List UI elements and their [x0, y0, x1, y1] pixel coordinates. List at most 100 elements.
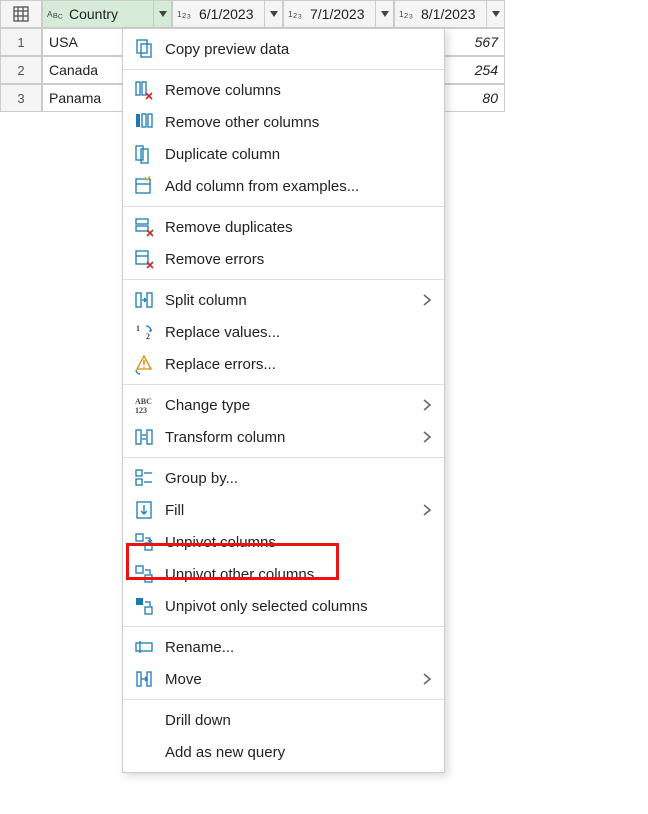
svg-text:123: 123 — [135, 406, 147, 415]
remove-duplicates-icon — [133, 216, 155, 238]
context-menu: Copy preview data Remove columns Remove … — [122, 28, 445, 773]
svg-text:2: 2 — [404, 11, 408, 20]
replace-errors-icon — [133, 353, 155, 375]
remove-columns-icon — [133, 79, 155, 101]
duplicate-column-icon — [133, 143, 155, 165]
svg-text:3: 3 — [298, 14, 302, 21]
unpivot-selected-icon — [133, 595, 155, 617]
menu-remove-other-columns[interactable]: Remove other columns — [123, 106, 444, 138]
group-by-icon — [133, 467, 155, 489]
svg-text:ABC: ABC — [135, 397, 152, 406]
unpivot-other-icon — [133, 563, 155, 585]
filter-toggle[interactable] — [264, 1, 282, 27]
fill-icon — [133, 499, 155, 521]
rename-icon — [133, 636, 155, 658]
menu-label: Split column — [165, 292, 422, 309]
menu-label: Fill — [165, 502, 422, 519]
menu-label: Replace values... — [165, 324, 432, 341]
menu-replace-errors[interactable]: Replace errors... — [123, 348, 444, 380]
replace-values-icon: 1 2 — [133, 321, 155, 343]
menu-drill-down[interactable]: Drill down — [123, 704, 444, 736]
menu-unpivot-only-selected[interactable]: Unpivot only selected columns — [123, 590, 444, 622]
table-corner[interactable] — [0, 0, 42, 28]
menu-label: Add as new query — [165, 744, 432, 761]
col-name: 7/1/2023 — [308, 6, 375, 22]
menu-label: Transform column — [165, 429, 422, 446]
svg-text:2: 2 — [182, 11, 186, 20]
separator — [123, 69, 444, 70]
remove-other-columns-icon — [133, 111, 155, 133]
submenu-arrow-icon — [422, 503, 432, 517]
menu-add-column-from-examples[interactable]: Add column from examples... — [123, 170, 444, 202]
transform-column-icon — [133, 426, 155, 448]
menu-remove-errors[interactable]: Remove errors — [123, 243, 444, 275]
filter-toggle[interactable] — [375, 1, 393, 27]
menu-duplicate-column[interactable]: Duplicate column — [123, 138, 444, 170]
menu-fill[interactable]: Fill — [123, 494, 444, 526]
menu-transform-column[interactable]: Transform column — [123, 421, 444, 453]
menu-label: Copy preview data — [165, 41, 432, 58]
menu-label: Unpivot only selected columns — [165, 598, 432, 615]
menu-change-type[interactable]: ABC 123 Change type — [123, 389, 444, 421]
svg-text:2: 2 — [146, 332, 150, 341]
svg-text:3: 3 — [187, 14, 191, 21]
submenu-arrow-icon — [422, 293, 432, 307]
menu-split-column[interactable]: Split column — [123, 284, 444, 316]
blank-icon — [133, 741, 155, 763]
menu-label: Add column from examples... — [165, 178, 432, 195]
menu-label: Group by... — [165, 470, 432, 487]
filter-toggle[interactable] — [153, 1, 171, 27]
remove-errors-icon — [133, 248, 155, 270]
row-number[interactable]: 2 — [0, 56, 42, 84]
menu-move[interactable]: Move — [123, 663, 444, 695]
menu-replace-values[interactable]: 1 2 Replace values... — [123, 316, 444, 348]
menu-copy-preview-data[interactable]: Copy preview data — [123, 33, 444, 65]
svg-text:3: 3 — [409, 14, 413, 21]
separator — [123, 206, 444, 207]
number-type-icon: 1 2 3 — [399, 7, 419, 20]
menu-label: Remove errors — [165, 251, 432, 268]
svg-text:1: 1 — [136, 324, 140, 333]
menu-label: Rename... — [165, 639, 432, 656]
add-column-examples-icon — [133, 175, 155, 197]
separator — [123, 457, 444, 458]
col-header-8-1-2023[interactable]: 1 2 3 8/1/2023 — [394, 0, 505, 28]
table-icon — [13, 6, 29, 22]
menu-label: Remove other columns — [165, 114, 432, 131]
text-type-icon: A B C — [47, 7, 67, 20]
col-header-6-1-2023[interactable]: 1 2 3 6/1/2023 — [172, 0, 283, 28]
separator — [123, 279, 444, 280]
row-number[interactable]: 3 — [0, 84, 42, 112]
menu-unpivot-other-columns[interactable]: Unpivot other columns — [123, 558, 444, 590]
separator — [123, 384, 444, 385]
menu-add-as-new-query[interactable]: Add as new query — [123, 736, 444, 768]
menu-label: Remove columns — [165, 82, 432, 99]
col-name: Country — [67, 6, 153, 22]
blank-icon — [133, 709, 155, 731]
col-header-7-1-2023[interactable]: 1 2 3 7/1/2023 — [283, 0, 394, 28]
menu-label: Drill down — [165, 712, 432, 729]
separator — [123, 699, 444, 700]
menu-label: Replace errors... — [165, 356, 432, 373]
col-header-country[interactable]: A B C Country — [42, 0, 172, 28]
move-icon — [133, 668, 155, 690]
menu-label: Unpivot columns — [165, 534, 432, 551]
number-type-icon: 1 2 3 — [177, 7, 197, 20]
col-name: 6/1/2023 — [197, 6, 264, 22]
menu-label: Duplicate column — [165, 146, 432, 163]
submenu-arrow-icon — [422, 672, 432, 686]
menu-remove-columns[interactable]: Remove columns — [123, 74, 444, 106]
menu-label: Change type — [165, 397, 422, 414]
submenu-arrow-icon — [422, 430, 432, 444]
svg-text:C: C — [58, 14, 63, 21]
filter-toggle[interactable] — [486, 1, 504, 27]
menu-unpivot-columns[interactable]: Unpivot columns — [123, 526, 444, 558]
svg-text:2: 2 — [293, 11, 297, 20]
change-type-icon: ABC 123 — [133, 394, 155, 416]
menu-label: Unpivot other columns — [165, 566, 432, 583]
menu-remove-duplicates[interactable]: Remove duplicates — [123, 211, 444, 243]
row-number[interactable]: 1 — [0, 28, 42, 56]
menu-group-by[interactable]: Group by... — [123, 462, 444, 494]
menu-rename[interactable]: Rename... — [123, 631, 444, 663]
split-column-icon — [133, 289, 155, 311]
